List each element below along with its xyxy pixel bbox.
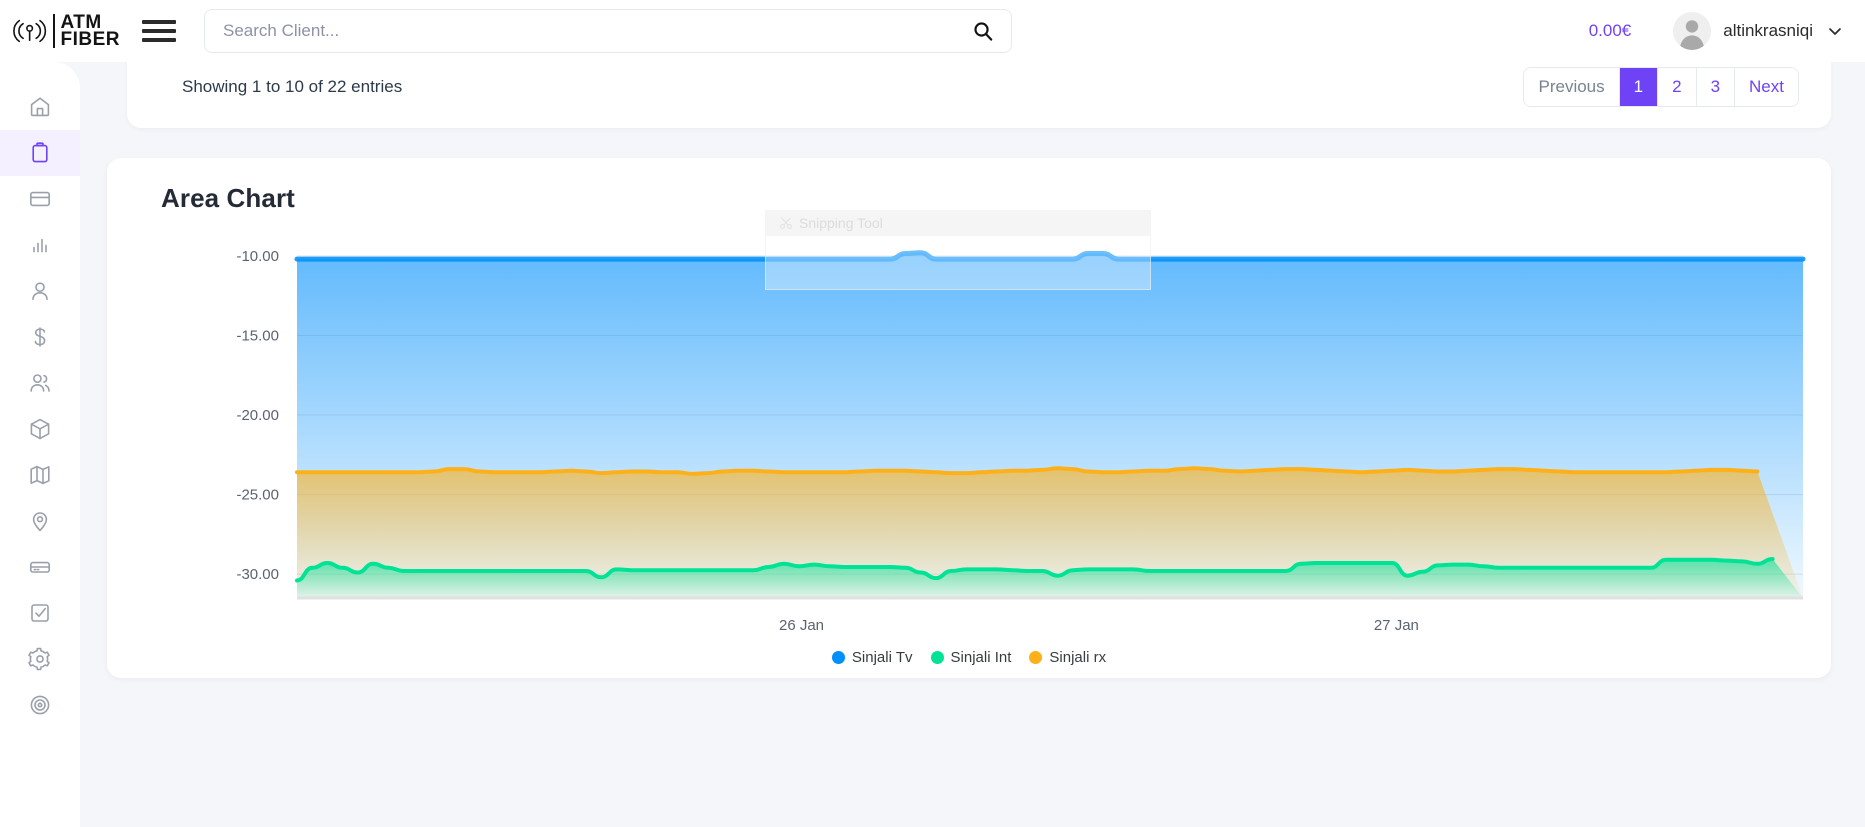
left-sidebar [0, 62, 80, 827]
bar-chart-icon [33, 238, 47, 253]
users-icon [30, 374, 50, 392]
legend-color-dot [930, 651, 944, 664]
entries-count-label: Showing 1 to 10 of 22 entries [182, 77, 403, 96]
brand-divider [53, 14, 55, 48]
user-menu[interactable]: altinkrasniqi [1673, 12, 1843, 50]
legend-color-dot [831, 651, 845, 664]
search-input[interactable] [204, 9, 1012, 53]
area-chart-plot[interactable]: -10.00 -15.00 -20.00 -25.00 -30.00 26 Jan 27 J… [107, 230, 1831, 678]
svg-text:27 Jan: 27 Jan [1374, 617, 1419, 634]
sidebar-item-orders[interactable] [0, 130, 80, 176]
sidebar-item-inventory[interactable] [0, 406, 80, 452]
sidebar-item-billing[interactable] [0, 176, 80, 222]
svg-text:-10.00: -10.00 [236, 248, 279, 265]
svg-text:-30.00: -30.00 [236, 566, 279, 583]
svg-text:-20.00: -20.00 [236, 407, 279, 424]
legend-item[interactable]: Sinjali Int [930, 649, 1012, 666]
snipping-tool-ghost-strip [765, 210, 1151, 236]
user-icon [32, 282, 48, 300]
gear-icon [28, 647, 50, 671]
brand-wordmark: ATM FIBER [60, 12, 121, 50]
sidebar-item-payments[interactable] [0, 314, 80, 360]
pagination-previous[interactable]: Previous [1524, 68, 1620, 106]
map-pin-icon [32, 512, 48, 532]
header-right-group: 0.00€ altinkrasniqi [1589, 12, 1865, 50]
search-icon[interactable] [972, 20, 994, 42]
search-bar [204, 9, 1012, 53]
legend-color-dot [1029, 651, 1043, 664]
page-title: Area Chart [161, 183, 295, 213]
clipboard-icon [32, 142, 48, 163]
dollar-icon [34, 327, 46, 347]
hamburger-bar [142, 29, 176, 33]
map-icon [30, 465, 50, 485]
chevron-down-icon[interactable] [1827, 23, 1843, 39]
brand-logo[interactable]: ATM FIBER [12, 8, 120, 54]
target-icon [30, 695, 50, 715]
svg-text:-25.00: -25.00 [236, 487, 279, 504]
sidebar-item-devices[interactable] [0, 544, 80, 590]
server-icon [29, 561, 50, 573]
pagination: Previous 1 2 3 Next [1523, 67, 1799, 107]
package-icon [30, 418, 50, 440]
sidebar-item-tasks[interactable] [0, 590, 80, 636]
pagination-2[interactable]: 2 [1658, 68, 1697, 106]
signal-antenna-icon [13, 19, 47, 43]
hamburger-icon[interactable] [142, 16, 176, 46]
legend-label: Sinjali Int [950, 649, 1012, 666]
pagination-3[interactable]: 3 [1696, 68, 1736, 106]
hamburger-bar [142, 38, 176, 42]
sidebar-item-clients[interactable] [0, 360, 80, 406]
avatar [1673, 12, 1712, 50]
credit-card-icon [29, 191, 50, 207]
pagination-1[interactable]: 1 [1619, 68, 1659, 106]
hamburger-bar [142, 20, 176, 24]
legend-label: Sinjali Tv [851, 649, 913, 666]
top-header-bar: ATM FIBER 0.00€ altinkrasn [0, 0, 1865, 62]
main-content-area: Showing 1 to 10 of 22 entries Previous 1 2… [80, 46, 1865, 827]
brand-line-2: FIBER [60, 29, 120, 50]
sidebar-item-home[interactable] [0, 84, 80, 130]
svg-text:-15.00: -15.00 [236, 327, 279, 344]
legend-item[interactable]: Sinjali Tv [831, 649, 913, 666]
sidebar-item-targets[interactable] [0, 682, 80, 728]
pagination-next[interactable]: Next [1735, 68, 1798, 106]
check-square-icon [31, 604, 49, 622]
home-icon [30, 97, 50, 117]
account-balance: 0.00€ [1588, 21, 1632, 40]
sidebar-item-settings[interactable] [0, 636, 80, 682]
legend-item[interactable]: Sinjali rx [1029, 649, 1106, 666]
sidebar-item-reports[interactable] [0, 222, 80, 268]
sidebar-item-map[interactable] [0, 452, 80, 498]
svg-text:26 Jan: 26 Jan [779, 617, 824, 634]
user-name: altinkrasniqi [1723, 21, 1813, 40]
area-chart-card: Area Chart -10.00 -15.00 -20.00 -25.00 -30.0… [107, 158, 1831, 678]
sidebar-item-locations[interactable] [0, 498, 80, 544]
user-avatar-icon [1673, 12, 1712, 50]
legend-label: Sinjali rx [1049, 649, 1107, 666]
chart-legend: Sinjali Tv Sinjali Int Sinjali rx [107, 649, 1831, 666]
sidebar-item-profile[interactable] [0, 268, 80, 314]
